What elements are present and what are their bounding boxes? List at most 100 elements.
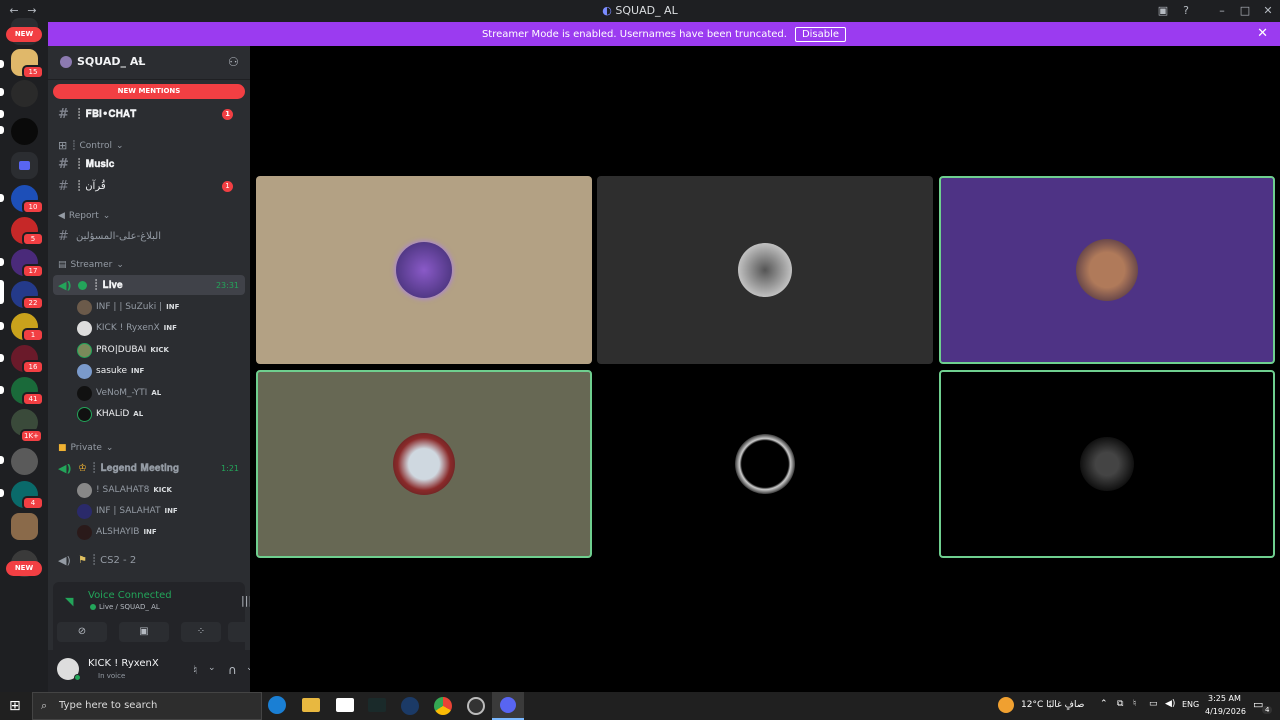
server-header[interactable]: SQUAD_ AL ⌄ ⚇ — [48, 46, 250, 80]
channel-quran[interactable]: # ┊ قُرآن 1 — [53, 176, 245, 196]
maximize-button[interactable]: □ — [1237, 3, 1253, 19]
streamer-mode-banner: Streamer Mode is enabled. Usernames have… — [48, 22, 1280, 46]
participant-tile-speaking[interactable] — [939, 370, 1275, 558]
file-explorer-icon[interactable] — [302, 698, 320, 712]
weather-text[interactable]: 12°C صافٍ غالبًا — [1021, 700, 1084, 710]
mention-badge: 1 — [222, 108, 233, 120]
category-control[interactable]: ⊞ ┊ Control ⌄ — [58, 139, 124, 152]
live-dot — [78, 280, 87, 290]
void-server-icon[interactable] — [11, 118, 38, 145]
mail-icon[interactable] — [336, 698, 354, 712]
voice-user[interactable]: ! SALAHAT8 KICK — [77, 481, 172, 499]
search-box[interactable]: ⌕ Type here to search — [32, 692, 262, 720]
mention-badge: 1K+ — [20, 429, 43, 443]
discord-taskbar-button[interactable] — [492, 692, 524, 720]
username: KICK ! RyxenX — [88, 658, 159, 669]
voice-user[interactable]: INF | | SuZuki | INF — [77, 298, 179, 316]
participant-tile-speaking[interactable] — [256, 370, 592, 558]
camera-off-button[interactable]: ⊘ — [57, 622, 107, 642]
chrome-icon[interactable] — [434, 697, 452, 715]
server-icon[interactable] — [11, 80, 38, 107]
close-icon[interactable]: ✕ — [1257, 26, 1268, 41]
voice-user[interactable]: VeNoM_-YTI AL — [77, 384, 161, 402]
microphone-icon[interactable]: ♮ — [193, 663, 197, 677]
edge-icon[interactable] — [268, 696, 286, 714]
channel-legend-meeting[interactable]: ◀) ♔ ┊ 𝐋𝐞𝐠𝐞𝐧𝐝 𝐌𝐞𝐞𝐭𝐢𝐧𝐠 1:21 — [53, 458, 245, 478]
voice-user[interactable]: INF | SALAHAT INF — [77, 502, 178, 520]
voice-stage — [250, 46, 1280, 692]
mention-badge: 4 — [22, 496, 44, 510]
inbox-icon[interactable]: ▣ — [1155, 3, 1171, 19]
role-tag: AL — [151, 389, 162, 397]
windows-start-icon[interactable]: ⊞ — [9, 698, 21, 714]
volume-icon[interactable]: ◀) — [1165, 699, 1175, 709]
chevron-up-icon[interactable]: ⌃ — [1100, 699, 1108, 709]
avatar — [77, 524, 92, 540]
steam-icon[interactable] — [401, 697, 419, 715]
mention-badge: 5 — [22, 232, 44, 246]
participant-tile[interactable] — [597, 370, 933, 558]
disable-button[interactable]: Disable — [794, 26, 847, 42]
unread-pill — [0, 110, 4, 118]
clock-date[interactable]: 4/19/2026 — [1205, 707, 1246, 716]
voice-user[interactable]: ALSHAYIB INF — [77, 523, 157, 541]
participant-avatar — [1080, 437, 1134, 491]
help-icon[interactable]: ? — [1178, 3, 1194, 19]
participant-avatar — [738, 243, 792, 297]
clock-time[interactable]: 3:25 AM — [1208, 694, 1241, 703]
close-button[interactable]: ✕ — [1260, 3, 1276, 19]
tray-icon[interactable]: ⧉ — [1117, 699, 1123, 709]
participant-avatar — [393, 433, 455, 495]
channel-music[interactable]: # ┊ 𝐌𝐮𝐬𝐢𝐜 — [53, 154, 245, 174]
avatar — [77, 385, 92, 401]
mention-badge: 1 — [22, 328, 44, 342]
crown-icon: ♔ — [78, 462, 87, 474]
app-icon[interactable] — [368, 698, 386, 712]
new-unreads-pill[interactable]: NEW — [6, 27, 42, 42]
minimize-button[interactable]: – — [1214, 3, 1230, 19]
unread-pill — [0, 60, 4, 68]
category-report[interactable]: ◀ Report ⌄ — [58, 211, 110, 221]
language-indicator[interactable]: ENG — [1182, 700, 1199, 709]
mention-badge: 16 — [22, 360, 44, 374]
activities-button[interactable]: ⁘ — [181, 622, 221, 642]
folder-icon[interactable] — [11, 152, 38, 179]
participant-tile-speaking[interactable] — [939, 176, 1275, 364]
channel-cs2[interactable]: ◀) ⚑ ┊ CS2 - 2 — [53, 550, 245, 570]
chevron-down-icon: ⌄ — [136, 55, 145, 66]
new-unreads-pill[interactable]: NEW — [6, 561, 42, 576]
user-status: In voice — [98, 672, 126, 680]
add-member-icon[interactable]: ⚇ — [228, 55, 239, 69]
server-icon[interactable] — [11, 448, 38, 475]
chevron-down-icon: ⌄ — [116, 260, 124, 270]
unread-pill — [0, 194, 4, 202]
voice-user[interactable]: PRO|DUBAI KICK — [77, 341, 169, 359]
category-private[interactable]: ■ Private ⌄ — [58, 443, 113, 453]
chevron-down-icon: ⌄ — [116, 140, 124, 151]
mention-badge: 1 — [222, 180, 233, 192]
category-streamer[interactable]: ▤ Streamer ⌄ — [58, 260, 124, 270]
headphones-icon[interactable]: ∩ — [228, 663, 237, 677]
avatar — [77, 482, 92, 498]
unread-pill — [0, 456, 4, 464]
channel-fbi-chat[interactable]: # ┊ 𝐅𝐁𝐈•𝐂𝐇𝐀𝐓 1 — [53, 104, 245, 124]
network-icon[interactable]: ▭ — [1149, 699, 1158, 709]
voice-user[interactable]: sasuke INF — [77, 362, 144, 380]
voice-user[interactable]: KICK ! RyxenX INF — [77, 319, 177, 337]
screen-share-button[interactable]: ▣ — [119, 622, 169, 642]
mention-badge: 22 — [22, 296, 44, 310]
channel-report[interactable]: # البلاغ-على-المسؤلين — [53, 226, 245, 246]
voice-timer: 23:31 — [215, 280, 239, 290]
chevron-down-icon[interactable]: ⌄ — [208, 663, 216, 673]
mention-badge: 15 — [22, 65, 44, 79]
microphone-tray-icon[interactable]: ♮ — [1133, 699, 1136, 709]
speaker-icon: ◀) — [58, 278, 72, 292]
voice-user[interactable]: KHALiD AL — [77, 405, 143, 423]
app-icon[interactable] — [467, 697, 485, 715]
new-mentions-bar[interactable]: NEW MENTIONS — [53, 84, 245, 99]
channel-live-voice[interactable]: ◀) ┊ 𝐋𝐢𝐯𝐞 23:31 — [53, 275, 245, 295]
participant-tile[interactable] — [597, 176, 933, 364]
voice-channel-link[interactable]: Live / SQUAD_ AL — [99, 603, 160, 611]
participant-tile[interactable] — [256, 176, 592, 364]
server-icon[interactable] — [11, 513, 38, 540]
